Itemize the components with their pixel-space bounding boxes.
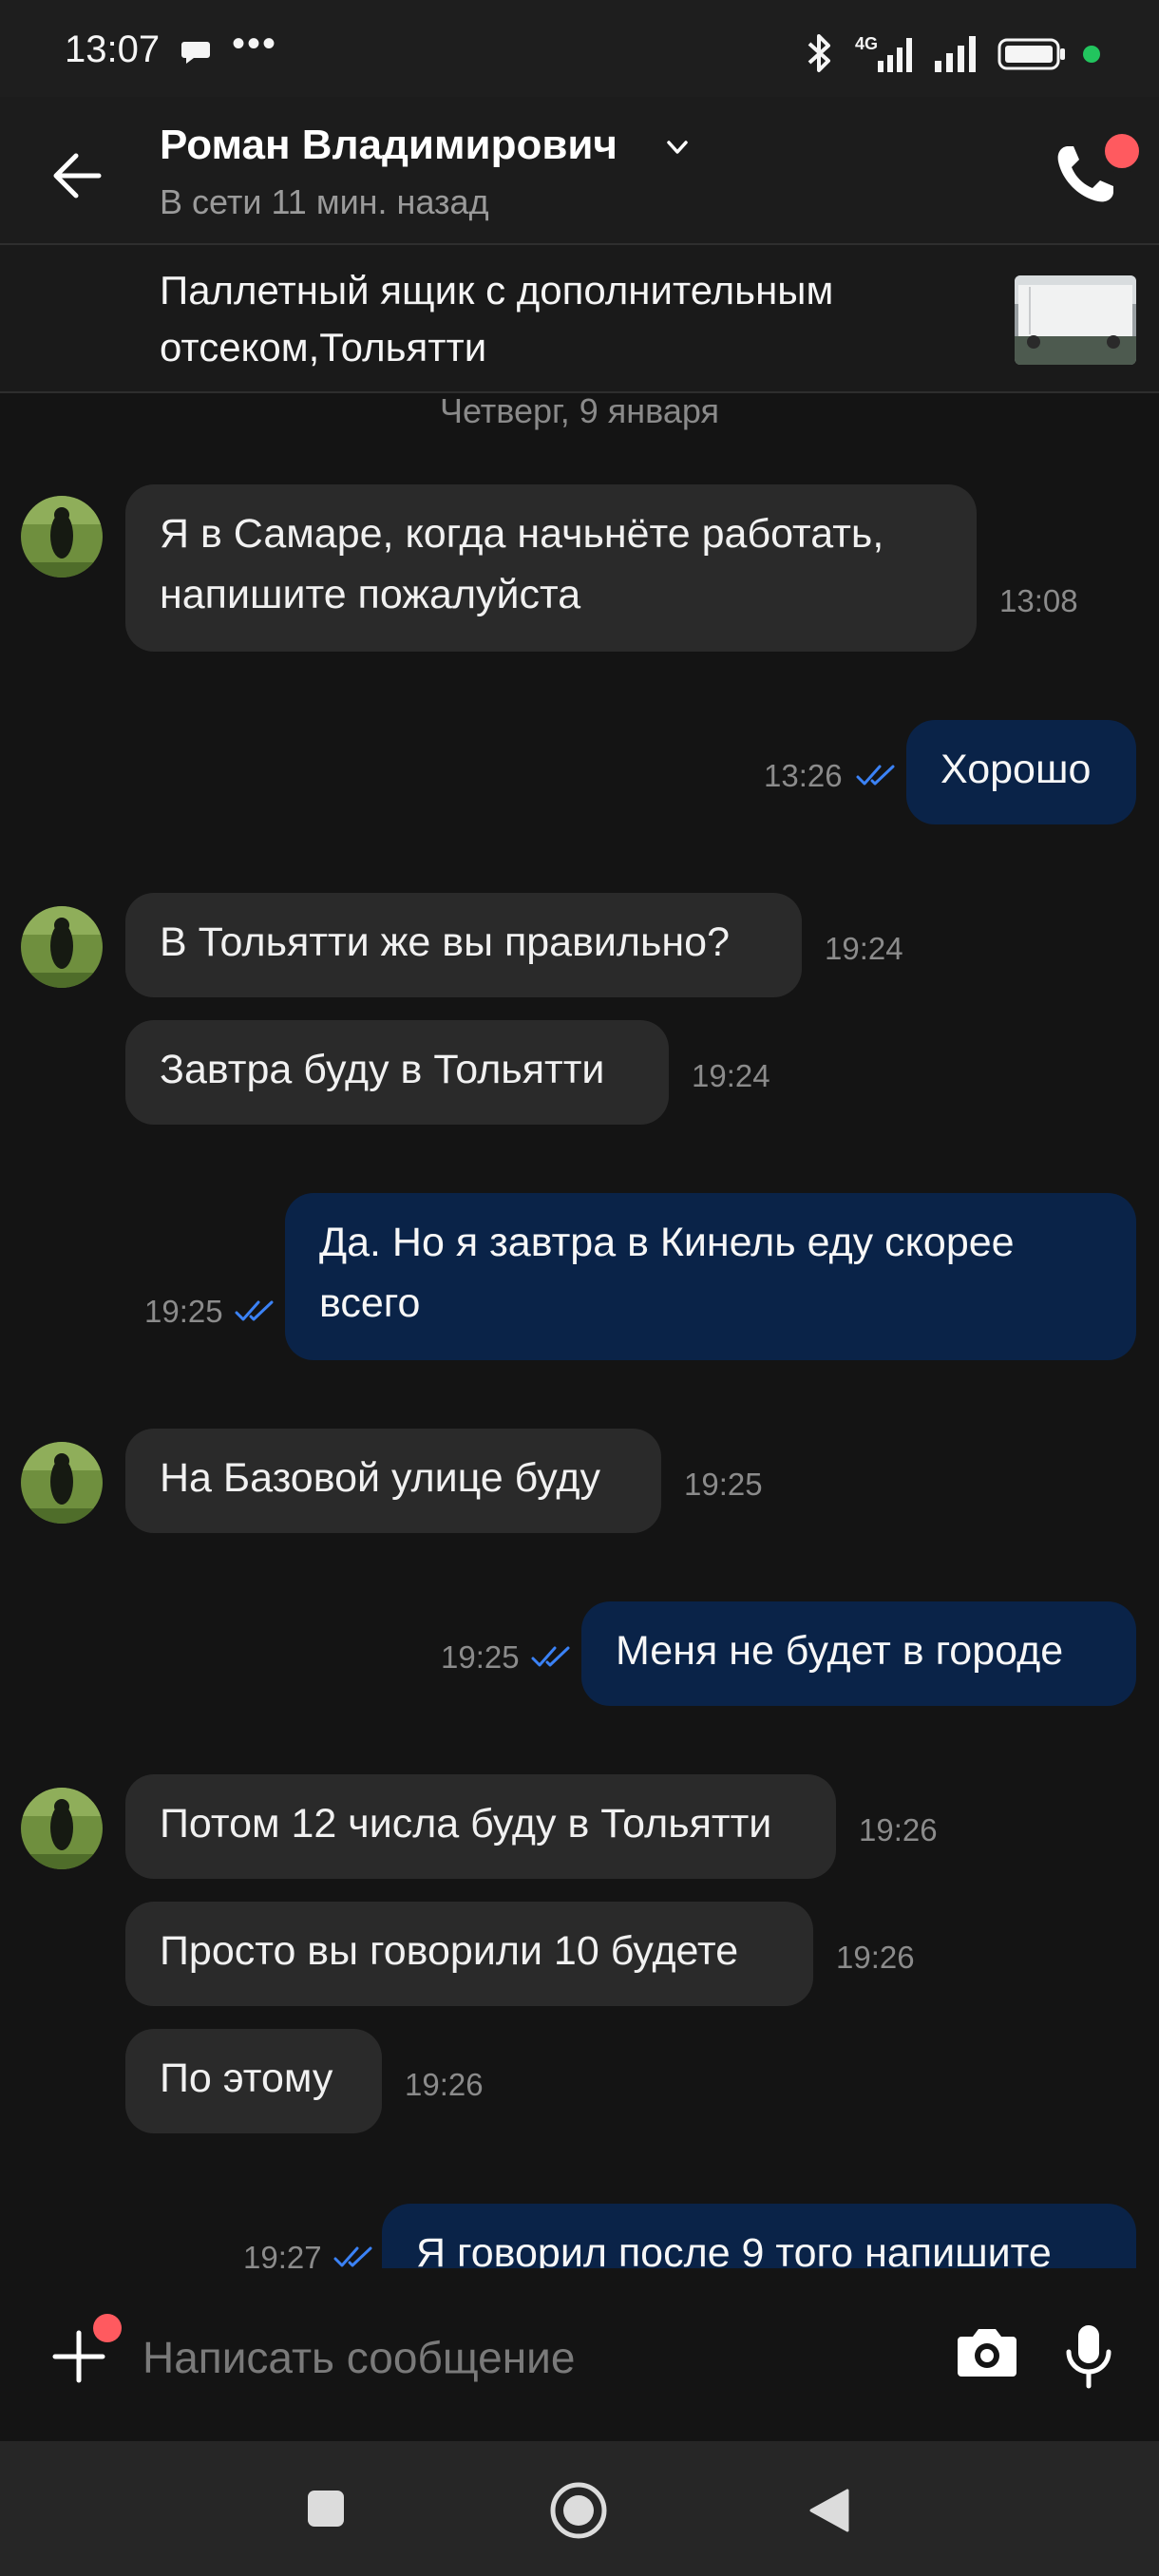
message-time: 19:26 [405, 2067, 484, 2102]
message-list[interactable]: Я в Самаре, когда начьнёте работать, нап… [0, 0, 1159, 2268]
message-text: Просто вы говорили 10 будете [160, 1928, 739, 1974]
incoming-message-bubble[interactable]: Потом 12 числа буду в Тольятти [125, 1774, 836, 1879]
outgoing-message-bubble[interactable]: Меня не будет в городе [581, 1601, 1136, 1706]
message-text: Меня не будет в городе [616, 1628, 1064, 1674]
incoming-message-bubble[interactable]: Завтра буду в Тольятти [125, 1020, 669, 1125]
message-time: 19:24 [692, 1058, 770, 1093]
home-circle-icon[interactable] [549, 2481, 608, 2540]
back-triangle-icon[interactable] [808, 2487, 851, 2534]
message-text: Я в Самаре, когда начьнёте работать, нап… [160, 511, 884, 617]
message-text: Завтра буду в Тольятти [160, 1047, 605, 1092]
message-time: 19:27 [243, 2240, 322, 2268]
message-text: Потом 12 числа буду в Тольятти [160, 1801, 772, 1847]
incoming-message-bubble[interactable]: Просто вы говорили 10 будете [125, 1902, 813, 2006]
microphone-icon[interactable] [1064, 2321, 1113, 2390]
message-text: В Тольятти же вы правильно? [160, 919, 731, 965]
attach-notification-badge [93, 2314, 122, 2342]
message-text: По этому [160, 2055, 333, 2101]
outgoing-message-bubble[interactable]: Хорошо [906, 720, 1136, 824]
message-time: 19:26 [859, 1812, 938, 1847]
contact-avatar[interactable] [21, 906, 103, 988]
message-time: 19:25 [441, 1639, 520, 1675]
message-time: 13:26 [764, 758, 843, 793]
outgoing-message-bubble[interactable]: Да. Но я завтра в Кинель еду скорее всег… [285, 1193, 1136, 1360]
message-time: 19:26 [836, 1940, 915, 1975]
message-text: Да. Но я завтра в Кинель еду скорее всег… [319, 1220, 1015, 1326]
message-time: 19:24 [825, 931, 903, 966]
contact-avatar[interactable] [21, 1442, 103, 1524]
outgoing-message-bubble[interactable]: Я говорил после 9 того напишите [382, 2204, 1136, 2268]
double-check-icon [856, 765, 895, 786]
incoming-message-bubble[interactable]: В Тольятти же вы правильно? [125, 893, 802, 997]
message-input[interactable] [142, 2329, 884, 2386]
contact-avatar[interactable] [21, 496, 103, 578]
double-check-icon [531, 1646, 570, 1667]
message-text: Я говорил после 9 того напишите [416, 2230, 1052, 2268]
message-time: 19:25 [144, 1294, 223, 1329]
message-text: На Базовой улице буду [160, 1455, 600, 1501]
incoming-message-bubble[interactable]: На Базовой улице буду [125, 1429, 661, 1533]
contact-avatar[interactable] [21, 1788, 103, 1869]
double-check-icon [333, 2246, 372, 2267]
incoming-message-bubble[interactable]: Я в Самаре, когда начьнёте работать, нап… [125, 484, 977, 652]
recents-square-icon[interactable] [306, 2489, 346, 2529]
double-check-icon [235, 1300, 274, 1321]
message-time: 13:08 [999, 583, 1078, 618]
message-text: Хорошо [940, 747, 1092, 792]
message-time: 19:25 [684, 1467, 763, 1502]
incoming-message-bubble[interactable]: По этому [125, 2029, 382, 2133]
camera-icon[interactable] [956, 2323, 1018, 2380]
